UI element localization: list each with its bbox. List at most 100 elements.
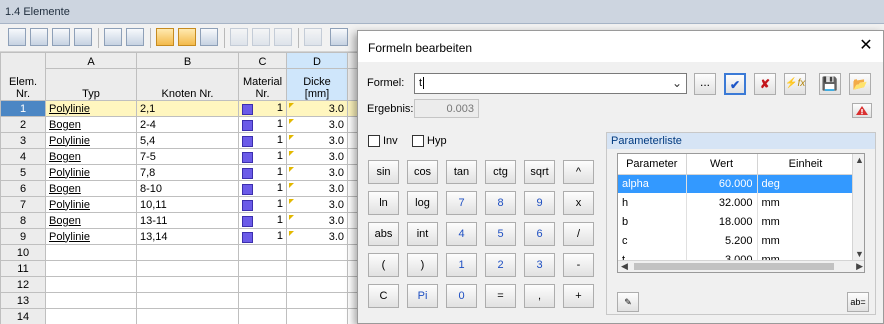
key-power-button[interactable]: ^ (563, 160, 594, 184)
key-4-button[interactable]: 4 (446, 222, 477, 246)
key-tan-button[interactable]: tan (446, 160, 477, 184)
cell-typ[interactable]: Polylinie (45, 100, 137, 117)
row-number[interactable]: 6 (0, 180, 46, 197)
key-minus-button[interactable]: - (563, 253, 594, 277)
param-value[interactable]: 5.200 (686, 231, 758, 250)
cell-knoten[interactable]: 13,14 (136, 228, 239, 245)
key-pi-button[interactable]: Pi (407, 284, 438, 308)
function-wizard-icon[interactable]: ⚡fx (784, 73, 806, 95)
filter-icon[interactable] (230, 28, 248, 46)
key-close-paren-button[interactable]: ) (407, 253, 438, 277)
cell-material[interactable]: 1 (238, 228, 287, 245)
close-icon[interactable]: ✕ (857, 37, 875, 55)
scroll-right-icon[interactable]: ▶ (856, 261, 863, 272)
vertical-scrollbar[interactable]: ▲ ▼ (852, 154, 864, 260)
key-8-button[interactable]: 8 (485, 191, 516, 215)
ok-check-icon[interactable]: ✔ (724, 73, 746, 95)
table-row[interactable]: 11 (0, 260, 360, 277)
browse-button[interactable]: ... (694, 73, 716, 95)
key-open-paren-button[interactable]: ( (368, 253, 399, 277)
delete-icon[interactable] (304, 28, 322, 46)
key-divide-button[interactable]: / (563, 222, 594, 246)
param-name[interactable]: b (618, 212, 687, 231)
cell-dicke[interactable]: 3.0 (286, 196, 348, 213)
cell-material[interactable]: 1 (238, 116, 287, 133)
cell-material[interactable]: 1 (238, 132, 287, 149)
cell-dicke[interactable]: 3.0 (286, 116, 348, 133)
key-3-button[interactable]: 3 (524, 253, 555, 277)
key-multiply-button[interactable]: x (563, 191, 594, 215)
param-value[interactable]: 18.000 (686, 212, 758, 231)
cell-material[interactable]: 1 (238, 180, 287, 197)
param-unit[interactable]: mm (757, 231, 855, 250)
scroll-left-icon[interactable]: ◀ (621, 261, 628, 272)
scroll-thumb[interactable] (634, 263, 834, 270)
cell-knoten[interactable]: 2,1 (136, 100, 239, 117)
save-icon[interactable]: 💾 (819, 73, 841, 95)
row-number[interactable]: 7 (0, 196, 46, 213)
cell-typ[interactable] (45, 244, 137, 261)
parameter-row[interactable]: c 5.200 mm (618, 231, 855, 250)
group-icon[interactable] (274, 28, 292, 46)
open-folder-icon[interactable]: 📂 (849, 73, 871, 95)
col-letter-d[interactable]: D (286, 52, 348, 69)
cell-knoten[interactable]: 5,4 (136, 132, 239, 149)
cell-material[interactable] (238, 244, 287, 261)
key-int-button[interactable]: int (407, 222, 438, 246)
hyp-checkbox[interactable] (412, 135, 424, 147)
cell-knoten[interactable]: 7-5 (136, 148, 239, 165)
cell-knoten[interactable]: 8-10 (136, 180, 239, 197)
key-5-button[interactable]: 5 (485, 222, 516, 246)
key-sqrt-button[interactable]: sqrt (524, 160, 555, 184)
cell-dicke[interactable]: 3.0 (286, 132, 348, 149)
cell-dicke[interactable]: 3.0 (286, 164, 348, 181)
refresh-icon[interactable] (200, 28, 218, 46)
cell-dicke[interactable] (286, 276, 348, 293)
param-name[interactable]: alpha (618, 174, 687, 193)
clear-row-icon[interactable] (74, 28, 92, 46)
param-unit[interactable]: deg (757, 174, 855, 193)
key-c-button[interactable]: C (368, 284, 399, 308)
scroll-down-icon[interactable]: ▼ (855, 249, 864, 259)
table-row[interactable]: 7 Polylinie 10,11 1 3.0 (0, 196, 360, 213)
key-abs-button[interactable]: abs (368, 222, 399, 246)
table-row[interactable]: 12 (0, 276, 360, 293)
cell-typ[interactable]: Bogen (45, 148, 137, 165)
key-cos-button[interactable]: cos (407, 160, 438, 184)
cell-knoten[interactable] (136, 244, 239, 261)
key-1-button[interactable]: 1 (446, 253, 477, 277)
cell-dicke[interactable]: 3.0 (286, 148, 348, 165)
key-ln-button[interactable]: ln (368, 191, 399, 215)
row-number[interactable]: 2 (0, 116, 46, 133)
delete-row-icon[interactable] (52, 28, 70, 46)
table-row[interactable]: 8 Bogen 13-11 1 3.0 (0, 212, 360, 229)
key-6-button[interactable]: 6 (524, 222, 555, 246)
select-icon[interactable] (156, 28, 174, 46)
row-number[interactable]: 5 (0, 164, 46, 181)
param-name[interactable]: h (618, 193, 687, 212)
cell-typ[interactable]: Polylinie (45, 132, 137, 149)
parameter-row[interactable]: b 18.000 mm (618, 212, 855, 231)
inv-checkbox[interactable] (368, 135, 380, 147)
scroll-up-icon[interactable]: ▲ (855, 155, 864, 165)
cell-knoten[interactable] (136, 308, 239, 324)
cell-typ[interactable] (45, 292, 137, 309)
formula-input[interactable]: t ⌄ (414, 73, 687, 94)
param-header-unit[interactable]: Einheit (757, 154, 855, 175)
key-ctg-button[interactable]: ctg (485, 160, 516, 184)
cell-knoten[interactable]: 13-11 (136, 212, 239, 229)
key-2-button[interactable]: 2 (485, 253, 516, 277)
row-number[interactable]: 1 (0, 100, 46, 117)
cell-typ[interactable]: Bogen (45, 212, 137, 229)
table-view-icon[interactable] (8, 28, 26, 46)
sort-icon[interactable] (252, 28, 270, 46)
cell-dicke[interactable] (286, 292, 348, 309)
cell-dicke[interactable]: 3.0 (286, 100, 348, 117)
cell-material[interactable]: 1 (238, 212, 287, 229)
row-number[interactable]: 3 (0, 132, 46, 149)
param-value[interactable]: 60.000 (686, 174, 758, 193)
insert-parameter-icon[interactable]: ✎ (617, 292, 639, 312)
cancel-x-icon[interactable]: ✘ (754, 73, 776, 95)
param-unit[interactable]: mm (757, 212, 855, 231)
table-row[interactable]: 5 Polylinie 7,8 1 3.0 (0, 164, 360, 181)
